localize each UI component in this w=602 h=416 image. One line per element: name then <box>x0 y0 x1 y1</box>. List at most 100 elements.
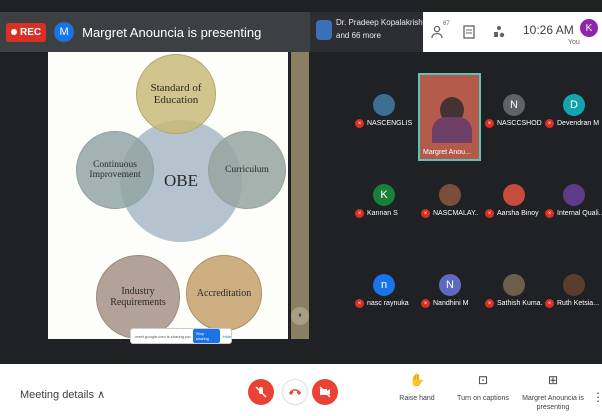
participant-name: Aarsha Binoy <box>497 210 539 217</box>
standard-circle: Standard of Education <box>136 54 216 134</box>
industry-circle: Industry Requirements <box>96 255 180 339</box>
participant-name-row: × Devendran M <box>545 119 602 128</box>
participant-avatar <box>503 184 525 206</box>
participant-name-row: ×NASCCSHOD ... <box>485 119 542 128</box>
mic-off-icon: × <box>421 299 430 308</box>
screen-share-banner: meet.google.com is sharing your screen. … <box>130 328 232 344</box>
participant-avatar <box>439 184 461 206</box>
clock: 10:26 AM <box>523 23 574 37</box>
meeting-details-button[interactable]: Meeting details ∧ <box>20 388 105 401</box>
rec-label: REC <box>20 26 42 38</box>
raise-hand-button[interactable]: ✋ Raise hand <box>382 372 452 403</box>
microphone-button[interactable] <box>248 379 274 405</box>
video-person-body <box>432 117 472 143</box>
participant-avatar <box>503 274 525 296</box>
captions-icon: ⊡ <box>477 373 489 387</box>
mic-off-icon: × <box>485 209 494 218</box>
participant-name: Margret Anou... <box>423 149 471 156</box>
participant-name-row: × NASCMALAY... <box>421 209 478 218</box>
leave-call-button[interactable] <box>282 379 308 405</box>
presenting-bar: REC M Margret Anouncia is presenting <box>0 12 310 52</box>
meet-window: REC M Margret Anouncia is presenting Dr.… <box>0 0 602 416</box>
participant-name-row: × Internal Quali... <box>545 209 602 218</box>
host-info: Dr. Pradeep Kopalakrish... and 66 more <box>336 16 429 42</box>
hand-icon: ✋ <box>409 373 425 387</box>
participant-name: Kannan S <box>367 210 398 217</box>
meeting-info-bar: Dr. Pradeep Kopalakrish... and 66 more 6… <box>310 12 602 52</box>
participant-grid: ×NASCENGLIS...Margret Anou...N×NASCCSHOD… <box>352 52 602 339</box>
participant-tile[interactable]: × Ruth Ketsia... <box>542 252 602 322</box>
participant-tile[interactable]: × Sathish Kuma... <box>482 252 544 322</box>
participant-tile[interactable]: N × Nandhini M <box>418 252 480 322</box>
camera-button[interactable] <box>312 379 338 405</box>
participant-name-row: × Sathish Kuma... <box>485 299 542 308</box>
mic-off-icon: × <box>485 119 494 128</box>
participant-tile[interactable]: × Internal Quali... <box>542 162 602 232</box>
host-avatar <box>316 20 332 40</box>
stop-sharing-button[interactable]: Stop sharing <box>192 329 220 343</box>
participant-tile[interactable]: × NASCMALAY... <box>418 162 480 232</box>
participant-tile[interactable]: × Aarsha Binoy <box>482 162 544 232</box>
hide-button[interactable]: Hide <box>223 334 231 339</box>
record-icon <box>11 29 17 35</box>
captions-button[interactable]: ⊡ Turn on captions <box>448 372 518 403</box>
meeting-details-label: Meeting details <box>20 389 94 401</box>
participant-avatar: D <box>563 94 585 116</box>
more-options-icon[interactable]: ⋮ <box>592 390 602 404</box>
participant-name-row: × Nandhini M <box>421 299 478 308</box>
participant-name-row: × Aarsha Binoy <box>485 209 542 218</box>
participant-name: Devendran M <box>557 120 600 127</box>
participant-tile[interactable]: D × Devendran M <box>542 72 602 142</box>
self-avatar[interactable]: K <box>580 19 598 37</box>
participant-name: nasc raynuka <box>367 300 409 307</box>
presenting-button[interactable]: ⊞ Margret Anouncia is presenting <box>518 372 588 412</box>
slide-nav-icon[interactable]: ⏸ <box>291 307 309 325</box>
mic-off-icon: × <box>355 119 364 128</box>
mic-off-icon: × <box>355 299 364 308</box>
participant-avatar <box>563 184 585 206</box>
mic-off-icon: × <box>545 119 554 128</box>
slide-sidebar: ⏸ <box>291 52 309 339</box>
participant-tile[interactable]: K × Kannan S <box>352 162 414 232</box>
presentation-area: OBE Standard of Education Continuous Imp… <box>0 52 352 339</box>
curriculum-circle: Curriculum <box>208 131 286 209</box>
participant-tile[interactable]: N ×NASCCSHOD ... <box>482 72 544 142</box>
accreditation-circle: Accreditation <box>186 255 262 331</box>
recording-badge: REC <box>6 22 47 42</box>
host-more: and 66 more <box>336 31 381 40</box>
raise-hand-label: Raise hand <box>399 395 435 402</box>
participant-tile[interactable]: ×NASCENGLIS... <box>352 72 414 142</box>
participant-name: NASCMALAY... <box>433 210 478 217</box>
participant-avatar <box>563 274 585 296</box>
participant-name: Ruth Ketsia... <box>557 300 600 307</box>
activities-icon[interactable] <box>491 24 507 40</box>
hang-up-icon <box>289 389 301 395</box>
participant-tile[interactable]: n × nasc raynuka <box>352 252 414 322</box>
improvement-circle: Continuous Improvement <box>76 131 154 209</box>
people-icon[interactable]: 67 <box>431 21 450 40</box>
chat-icon[interactable] <box>461 24 477 40</box>
participant-count-badge: 67 <box>443 21 450 27</box>
host-name: Dr. Pradeep Kopalakrish... <box>336 18 430 27</box>
participant-avatar <box>373 94 395 116</box>
participant-name: NASCCSHOD ... <box>497 120 542 127</box>
mic-off-icon: × <box>355 209 364 218</box>
self-label: You <box>568 39 580 46</box>
mic-off-icon: × <box>485 299 494 308</box>
participant-name-row: × Ruth Ketsia... <box>545 299 602 308</box>
participant-avatar: K <box>373 184 395 206</box>
mic-off-icon: × <box>545 209 554 218</box>
mic-off-icon: × <box>421 209 430 218</box>
participant-avatar: n <box>373 274 395 296</box>
slide-sidebar-text <box>292 202 308 292</box>
presenting-text: Margret Anouncia is presenting <box>82 24 262 40</box>
participant-name: Internal Quali... <box>557 210 602 217</box>
captions-label: Turn on captions <box>457 395 509 402</box>
camera-off-icon <box>319 386 331 398</box>
participant-name: NASCENGLIS... <box>367 120 412 127</box>
participant-avatar: N <box>439 274 461 296</box>
presenter-avatar: M <box>54 22 75 42</box>
top-controls: 67 10:26 AM K You <box>423 12 602 52</box>
participant-video-tile[interactable]: Margret Anou... <box>418 73 481 161</box>
participant-avatar: N <box>503 94 525 116</box>
